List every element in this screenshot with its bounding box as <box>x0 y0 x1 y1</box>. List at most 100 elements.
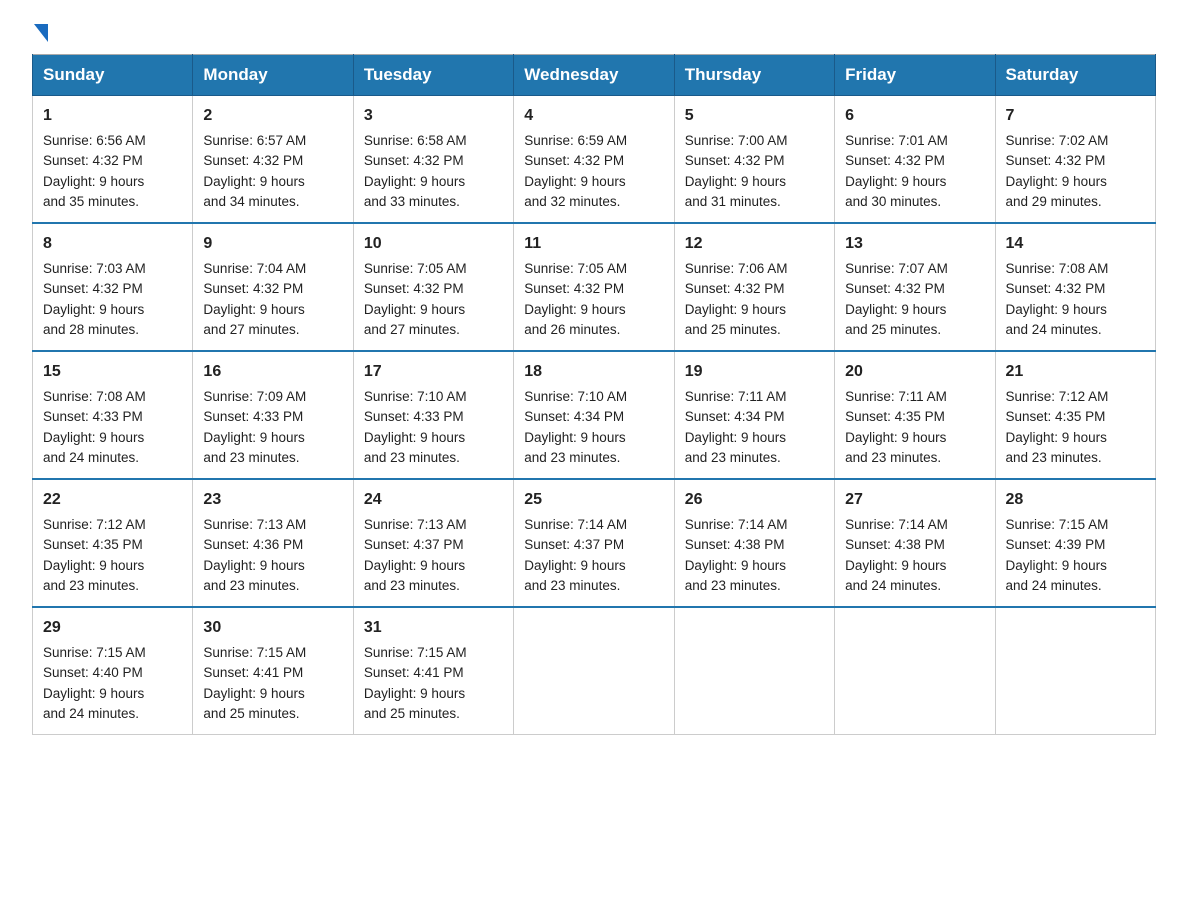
calendar-cell: 27Sunrise: 7:14 AMSunset: 4:38 PMDayligh… <box>835 479 995 607</box>
sunrise-info: Sunrise: 7:03 AM <box>43 261 146 276</box>
daylight-info: Daylight: 9 hours <box>845 430 946 445</box>
sunset-info: Sunset: 4:32 PM <box>1006 153 1106 168</box>
daylight-minutes-info: and 27 minutes. <box>364 322 460 337</box>
day-number: 9 <box>203 232 342 256</box>
sunset-info: Sunset: 4:35 PM <box>43 537 143 552</box>
sunrise-info: Sunrise: 7:00 AM <box>685 133 788 148</box>
column-header-friday: Friday <box>835 55 995 96</box>
daylight-minutes-info: and 24 minutes. <box>43 706 139 721</box>
daylight-minutes-info: and 23 minutes. <box>524 450 620 465</box>
day-number: 16 <box>203 360 342 384</box>
daylight-info: Daylight: 9 hours <box>203 686 304 701</box>
sunset-info: Sunset: 4:32 PM <box>845 153 945 168</box>
sunrise-info: Sunrise: 7:11 AM <box>685 389 787 404</box>
sunset-info: Sunset: 4:35 PM <box>845 409 945 424</box>
sunset-info: Sunset: 4:32 PM <box>1006 281 1106 296</box>
sunrise-info: Sunrise: 7:13 AM <box>364 517 467 532</box>
daylight-minutes-info: and 27 minutes. <box>203 322 299 337</box>
calendar-cell: 24Sunrise: 7:13 AMSunset: 4:37 PMDayligh… <box>353 479 513 607</box>
sunrise-info: Sunrise: 6:58 AM <box>364 133 467 148</box>
calendar-cell: 19Sunrise: 7:11 AMSunset: 4:34 PMDayligh… <box>674 351 834 479</box>
column-header-thursday: Thursday <box>674 55 834 96</box>
day-number: 8 <box>43 232 182 256</box>
sunset-info: Sunset: 4:38 PM <box>845 537 945 552</box>
daylight-minutes-info: and 33 minutes. <box>364 194 460 209</box>
daylight-minutes-info: and 35 minutes. <box>43 194 139 209</box>
calendar-cell: 3Sunrise: 6:58 AMSunset: 4:32 PMDaylight… <box>353 96 513 224</box>
daylight-minutes-info: and 23 minutes. <box>203 578 299 593</box>
sunrise-info: Sunrise: 7:08 AM <box>43 389 146 404</box>
sunrise-info: Sunrise: 7:05 AM <box>364 261 467 276</box>
calendar-cell <box>995 607 1155 735</box>
daylight-info: Daylight: 9 hours <box>524 430 625 445</box>
daylight-minutes-info: and 25 minutes. <box>203 706 299 721</box>
sunset-info: Sunset: 4:34 PM <box>524 409 624 424</box>
daylight-minutes-info: and 30 minutes. <box>845 194 941 209</box>
sunrise-info: Sunrise: 7:04 AM <box>203 261 306 276</box>
day-number: 27 <box>845 488 984 512</box>
sunrise-info: Sunrise: 7:02 AM <box>1006 133 1109 148</box>
day-number: 12 <box>685 232 824 256</box>
daylight-minutes-info: and 25 minutes. <box>685 322 781 337</box>
sunrise-info: Sunrise: 7:15 AM <box>364 645 467 660</box>
daylight-info: Daylight: 9 hours <box>524 174 625 189</box>
calendar-cell: 13Sunrise: 7:07 AMSunset: 4:32 PMDayligh… <box>835 223 995 351</box>
sunset-info: Sunset: 4:33 PM <box>364 409 464 424</box>
logo <box>32 24 48 36</box>
daylight-info: Daylight: 9 hours <box>364 558 465 573</box>
calendar-cell: 7Sunrise: 7:02 AMSunset: 4:32 PMDaylight… <box>995 96 1155 224</box>
daylight-minutes-info: and 26 minutes. <box>524 322 620 337</box>
daylight-minutes-info: and 29 minutes. <box>1006 194 1102 209</box>
calendar-cell: 22Sunrise: 7:12 AMSunset: 4:35 PMDayligh… <box>33 479 193 607</box>
calendar-cell: 28Sunrise: 7:15 AMSunset: 4:39 PMDayligh… <box>995 479 1155 607</box>
calendar-week-row: 29Sunrise: 7:15 AMSunset: 4:40 PMDayligh… <box>33 607 1156 735</box>
daylight-minutes-info: and 28 minutes. <box>43 322 139 337</box>
sunset-info: Sunset: 4:34 PM <box>685 409 785 424</box>
calendar-cell: 30Sunrise: 7:15 AMSunset: 4:41 PMDayligh… <box>193 607 353 735</box>
calendar-cell: 2Sunrise: 6:57 AMSunset: 4:32 PMDaylight… <box>193 96 353 224</box>
daylight-minutes-info: and 23 minutes. <box>685 578 781 593</box>
calendar-cell: 12Sunrise: 7:06 AMSunset: 4:32 PMDayligh… <box>674 223 834 351</box>
day-number: 17 <box>364 360 503 384</box>
sunset-info: Sunset: 4:35 PM <box>1006 409 1106 424</box>
daylight-info: Daylight: 9 hours <box>43 302 144 317</box>
sunset-info: Sunset: 4:40 PM <box>43 665 143 680</box>
day-number: 15 <box>43 360 182 384</box>
sunset-info: Sunset: 4:41 PM <box>364 665 464 680</box>
daylight-info: Daylight: 9 hours <box>364 302 465 317</box>
calendar-cell <box>514 607 674 735</box>
sunset-info: Sunset: 4:32 PM <box>203 281 303 296</box>
day-number: 14 <box>1006 232 1145 256</box>
daylight-minutes-info: and 24 minutes. <box>43 450 139 465</box>
daylight-minutes-info: and 23 minutes. <box>685 450 781 465</box>
daylight-info: Daylight: 9 hours <box>845 174 946 189</box>
daylight-minutes-info: and 34 minutes. <box>203 194 299 209</box>
calendar-week-row: 22Sunrise: 7:12 AMSunset: 4:35 PMDayligh… <box>33 479 1156 607</box>
daylight-minutes-info: and 24 minutes. <box>1006 322 1102 337</box>
calendar-cell: 25Sunrise: 7:14 AMSunset: 4:37 PMDayligh… <box>514 479 674 607</box>
sunset-info: Sunset: 4:36 PM <box>203 537 303 552</box>
calendar-cell: 20Sunrise: 7:11 AMSunset: 4:35 PMDayligh… <box>835 351 995 479</box>
column-header-saturday: Saturday <box>995 55 1155 96</box>
sunset-info: Sunset: 4:37 PM <box>364 537 464 552</box>
calendar-week-row: 8 Sunrise: 7:03 AM Sunset: 4:32 PM Daylight… <box>33 223 1156 351</box>
daylight-info: Daylight: 9 hours <box>524 302 625 317</box>
day-number: 13 <box>845 232 984 256</box>
calendar-cell: 16Sunrise: 7:09 AMSunset: 4:33 PMDayligh… <box>193 351 353 479</box>
sunrise-info: Sunrise: 7:12 AM <box>43 517 146 532</box>
sunset-info: Sunset: 4:41 PM <box>203 665 303 680</box>
daylight-minutes-info: and 25 minutes. <box>845 322 941 337</box>
calendar-cell: 6Sunrise: 7:01 AMSunset: 4:32 PMDaylight… <box>835 96 995 224</box>
sunrise-info: Sunrise: 7:14 AM <box>685 517 788 532</box>
daylight-info: Daylight: 9 hours <box>1006 558 1107 573</box>
daylight-minutes-info: and 31 minutes. <box>685 194 781 209</box>
daylight-minutes-info: and 24 minutes. <box>845 578 941 593</box>
daylight-info: Daylight: 9 hours <box>203 430 304 445</box>
calendar-cell: 17Sunrise: 7:10 AMSunset: 4:33 PMDayligh… <box>353 351 513 479</box>
daylight-minutes-info: and 23 minutes. <box>203 450 299 465</box>
sunset-info: Sunset: 4:32 PM <box>364 153 464 168</box>
sunset-info: Sunset: 4:33 PM <box>203 409 303 424</box>
calendar-week-row: 1Sunrise: 6:56 AMSunset: 4:32 PMDaylight… <box>33 96 1156 224</box>
daylight-info: Daylight: 9 hours <box>524 558 625 573</box>
sunrise-info: Sunrise: 7:15 AM <box>43 645 146 660</box>
